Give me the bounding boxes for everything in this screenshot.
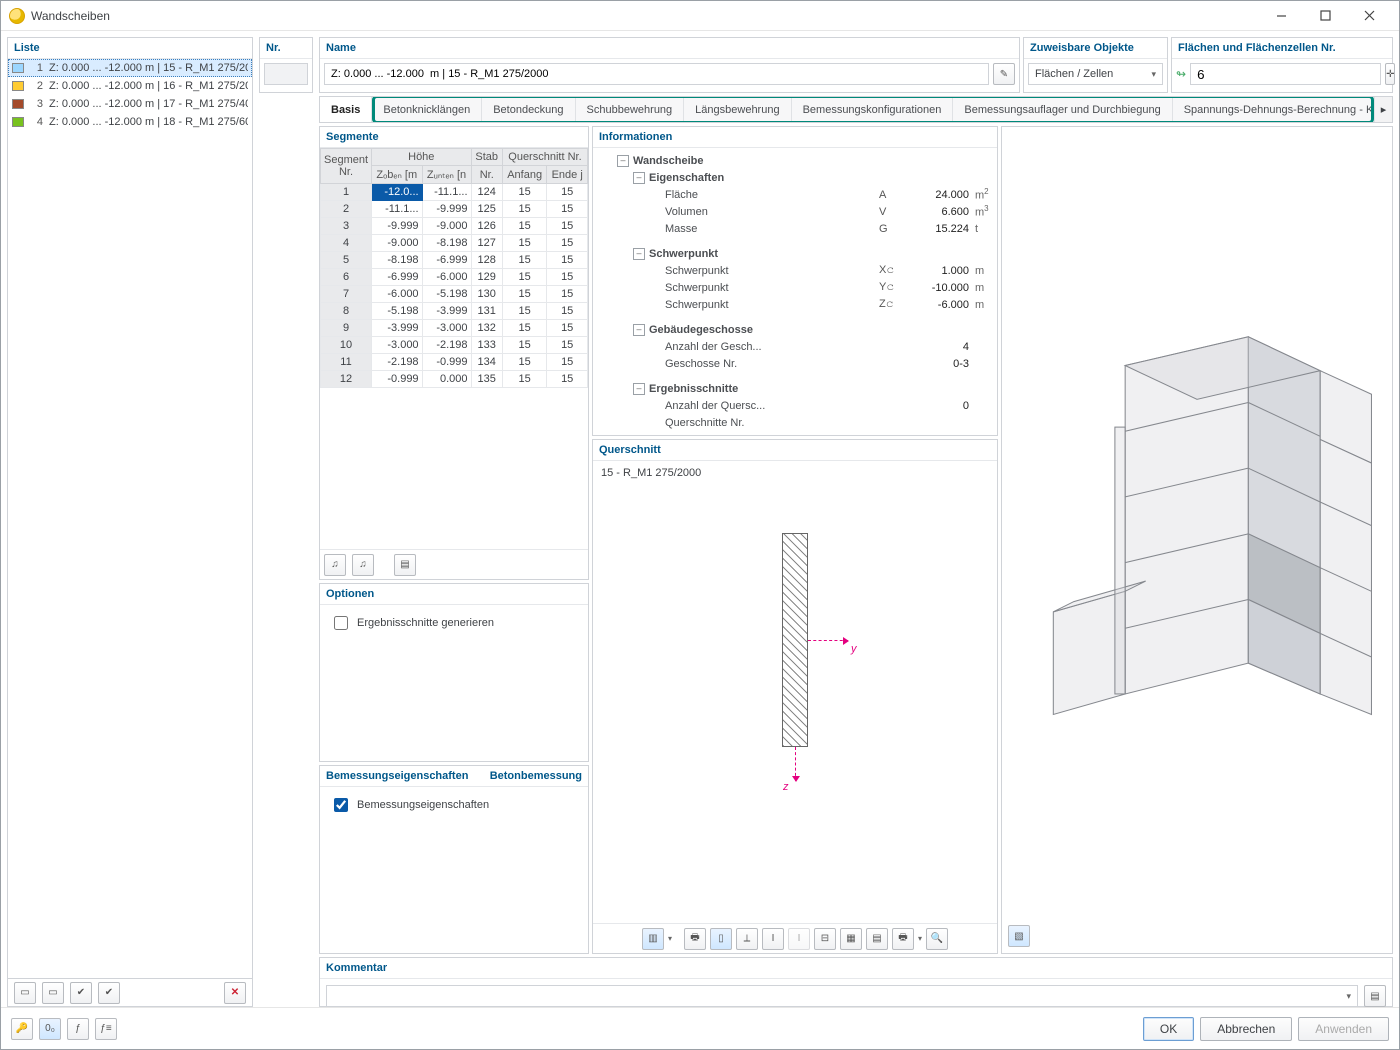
q-tool-search[interactable]: 🔍 <box>926 928 948 950</box>
optionen-title: Optionen <box>320 584 588 605</box>
name-input[interactable] <box>324 63 989 85</box>
kommentar-title: Kommentar <box>320 958 1392 979</box>
footer-tool-4[interactable]: ƒ≡ <box>95 1018 117 1040</box>
list-item[interactable]: 3Z: 0.000 ... -12.000 m | 17 - R_M1 275/… <box>8 95 252 113</box>
nr-label: Nr. <box>260 38 312 59</box>
maximize-button[interactable] <box>1303 2 1347 30</box>
ok-button[interactable]: OK <box>1143 1017 1194 1041</box>
zuweisbar-value: Flächen / Zellen <box>1035 68 1113 80</box>
tab-basis[interactable]: Basis <box>320 97 372 122</box>
flaechen-label: Flächen und Flächenzellen Nr. <box>1172 38 1392 59</box>
list-tool-3[interactable]: ✔ <box>70 982 92 1004</box>
tab-betonknickl-ngen[interactable]: Betonknicklängen <box>372 97 482 122</box>
chevron-down-icon: ▾ <box>1151 69 1156 80</box>
table-row[interactable]: 7 -6.000-5.198 1301515 <box>321 286 588 303</box>
seg-tool-3[interactable]: ▤ <box>394 554 416 576</box>
segments-table[interactable]: SegmentNr. Höhe Stab Querschnitt Nr. Zₒb… <box>320 148 588 388</box>
q-tool-6[interactable]: I <box>788 928 810 950</box>
list-tool-1[interactable]: ▭ <box>14 982 36 1004</box>
window-title: Wandscheiben <box>31 9 1259 23</box>
info-title: Informationen <box>593 127 997 148</box>
list-body[interactable]: 1Z: 0.000 ... -12.000 m | 15 - R_M1 275/… <box>8 59 252 978</box>
apply-button[interactable]: Anwenden <box>1298 1017 1389 1041</box>
q-tool-10[interactable]: 🖶 <box>892 928 914 950</box>
footer-tool-1[interactable]: 🔑 <box>11 1018 33 1040</box>
kommentar-select[interactable]: ▾ <box>326 985 1358 1007</box>
ergebnisschnitte-checkbox[interactable]: Ergebnisschnitte generieren <box>320 605 588 641</box>
table-row[interactable]: 8 -5.198-3.999 1311515 <box>321 303 588 320</box>
table-row[interactable]: 4 -9.000-8.198 1271515 <box>321 235 588 252</box>
name-label: Name <box>320 38 1019 59</box>
querschnitt-title: Querschnitt <box>593 440 997 461</box>
zuweisbar-select[interactable]: Flächen / Zellen ▾ <box>1028 63 1163 85</box>
tab-betondeckung[interactable]: Betondeckung <box>482 97 575 122</box>
table-row[interactable]: 12 -0.9990.000 1351515 <box>321 371 588 388</box>
q-tool-4[interactable]: ⟂ <box>736 928 758 950</box>
q-tool-print[interactable]: 🖶 <box>684 928 706 950</box>
tab-bemessungskonfigurationen[interactable]: Bemessungskonfigurationen <box>792 97 954 122</box>
bemessung-title: Bemessungseigenschaften <box>326 770 468 782</box>
bemessung-sub: Betonbemessung <box>490 770 582 782</box>
q-tool-1[interactable]: ▥ <box>642 928 664 950</box>
kommentar-button[interactable]: ▤ <box>1364 985 1386 1007</box>
q-tool-3[interactable]: ▯ <box>710 928 732 950</box>
list-item[interactable]: 2Z: 0.000 ... -12.000 m | 16 - R_M1 275/… <box>8 77 252 95</box>
close-button[interactable] <box>1347 2 1391 30</box>
3d-viewer[interactable]: ▧ <box>1001 126 1393 954</box>
list-tool-4[interactable]: ✔ <box>98 982 120 1004</box>
seg-tool-2[interactable]: ♫ <box>352 554 374 576</box>
list-tool-2[interactable]: ▭ <box>42 982 64 1004</box>
table-row[interactable]: 2 -11.1...-9.999 1251515 <box>321 201 588 218</box>
flaechen-input[interactable] <box>1190 63 1381 85</box>
tab-scroll-right[interactable]: ▸ <box>1374 97 1392 122</box>
zuweisbar-label: Zuweisbare Objekte <box>1024 38 1167 59</box>
cancel-button[interactable]: Abbrechen <box>1200 1017 1292 1041</box>
tab-spannungs-dehnungs-berechnung-konfi[interactable]: Spannungs-Dehnungs-Berechnung - Konfi <box>1173 97 1374 122</box>
table-row[interactable]: 3 -9.999-9.000 1261515 <box>321 218 588 235</box>
table-row[interactable]: 5 -8.198-6.999 1281515 <box>321 252 588 269</box>
list-title: Liste <box>8 38 252 59</box>
q-tool-5[interactable]: I <box>762 928 784 950</box>
bemessungseigenschaften-checkbox[interactable]: Bemessungseigenschaften <box>320 787 588 823</box>
q-tool-8[interactable]: ▦ <box>840 928 862 950</box>
table-row[interactable]: 1 -12.0...-11.1... 1241515 <box>321 184 588 201</box>
seg-tool-1[interactable]: ♫ <box>324 554 346 576</box>
pick-button[interactable]: ✛ <box>1385 63 1395 85</box>
tab-schubbewehrung[interactable]: Schubbewehrung <box>576 97 685 122</box>
list-item[interactable]: 1Z: 0.000 ... -12.000 m | 15 - R_M1 275/… <box>8 59 252 77</box>
tab-l-ngsbewehrung[interactable]: Längsbewehrung <box>684 97 791 122</box>
querschnitt-label: 15 - R_M1 275/2000 <box>593 461 997 485</box>
segmente-title: Segmente <box>320 127 588 148</box>
table-row[interactable]: 6 -6.999-6.000 1291515 <box>321 269 588 286</box>
list-item[interactable]: 4Z: 0.000 ... -12.000 m | 18 - R_M1 275/… <box>8 113 252 131</box>
viewer-tool[interactable]: ▧ <box>1008 925 1030 947</box>
nr-input[interactable] <box>264 63 308 85</box>
minimize-button[interactable] <box>1259 2 1303 30</box>
q-tool-7[interactable]: ⊟ <box>814 928 836 950</box>
footer-tool-2[interactable]: 0₀ <box>39 1018 61 1040</box>
titlebar: Wandscheiben <box>1 1 1399 31</box>
table-row[interactable]: 10 -3.000-2.198 1331515 <box>321 337 588 354</box>
footer: 🔑 0₀ ƒ ƒ≡ OK Abbrechen Anwenden <box>1 1007 1399 1049</box>
footer-tool-3[interactable]: ƒ <box>67 1018 89 1040</box>
cross-section-view: y z <box>593 485 997 923</box>
info-tree: –Wandscheibe–EigenschaftenFlächeA24.000m… <box>593 148 997 435</box>
q-tool-9[interactable]: ▤ <box>866 928 888 950</box>
delete-button[interactable]: ✕ <box>224 982 246 1004</box>
table-row[interactable]: 11 -2.198-0.999 1341515 <box>321 354 588 371</box>
tab-bemessungsauflager-und-durchbiegung[interactable]: Bemessungsauflager und Durchbiegung <box>953 97 1172 122</box>
app-icon <box>9 8 25 24</box>
link-icon: ↬ <box>1176 67 1186 81</box>
chevron-down-icon: ▾ <box>1346 991 1351 1002</box>
table-row[interactable]: 9 -3.999-3.000 1321515 <box>321 320 588 337</box>
edit-name-button[interactable]: ✎ <box>993 63 1015 85</box>
tabs: BasisBetonknicklängenBetondeckungSchubbe… <box>319 96 1393 123</box>
